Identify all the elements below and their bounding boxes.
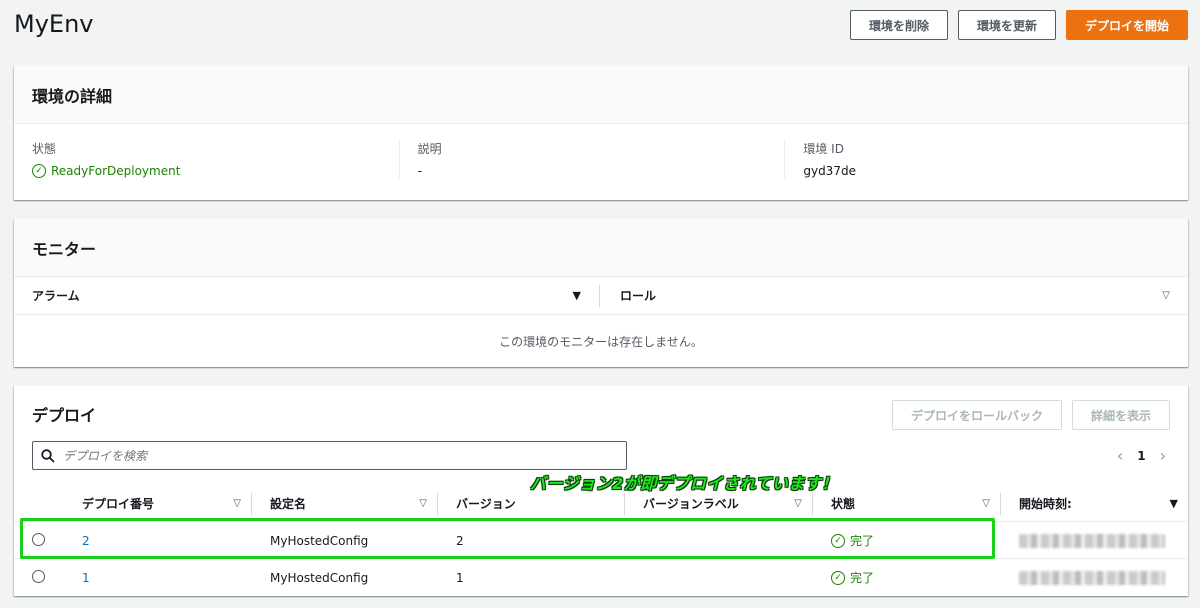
start-deployment-button[interactable]: デプロイを開始 — [1065, 10, 1188, 40]
table-row[interactable]: 1 MyHostedConfig 1 ✓ 完了 — [14, 558, 1188, 596]
redacted-timestamp — [1019, 533, 1165, 548]
start-time-cell — [1001, 533, 1188, 548]
column-label: 状態 — [831, 497, 856, 511]
delete-environment-button[interactable]: 環境を削除 — [849, 10, 948, 40]
redacted-timestamp — [1019, 570, 1165, 585]
column-label: バージョン — [456, 497, 516, 511]
version-column-header[interactable]: バージョン — [438, 492, 625, 515]
status-cell: ✓ 完了 — [813, 532, 1001, 549]
state-field: 状態 ✓ ReadyForDeployment — [32, 140, 399, 179]
row-select-radio[interactable] — [32, 532, 45, 546]
next-page-icon[interactable]: › — [1160, 446, 1166, 465]
monitors-empty-message: この環境のモニターは存在しません。 — [499, 335, 703, 349]
monitors-table-header: アラーム ▼ ロール ▽ — [14, 277, 1188, 315]
deployment-number-link[interactable]: 1 — [82, 571, 90, 585]
state-value: ✓ ReadyForDeployment — [32, 163, 383, 179]
config-name-column-header[interactable]: 設定名 ▽ — [252, 492, 438, 515]
column-label: 設定名 — [270, 497, 307, 511]
sort-icon[interactable]: ▽ — [419, 498, 427, 509]
alarm-column-header[interactable]: アラーム ▼ — [14, 284, 600, 307]
deployment-number-column-header[interactable]: デプロイ番号 ▽ — [64, 492, 252, 515]
annotation-callout: バージョン2が即デプロイされています！ — [530, 474, 838, 493]
alarm-column-label: アラーム — [32, 289, 80, 303]
deployment-search[interactable] — [32, 441, 627, 470]
monitors-panel: モニター アラーム ▼ ロール ▽ この環境のモニターは存在しません。 — [14, 219, 1188, 367]
check-circle-icon: ✓ — [32, 164, 46, 178]
state-label: 状態 — [32, 142, 57, 156]
current-page[interactable]: 1 — [1137, 449, 1145, 463]
check-circle-icon: ✓ — [831, 570, 845, 585]
description-field: 説明 - — [398, 140, 785, 179]
role-column-label: ロール — [620, 289, 657, 303]
check-circle-icon: ✓ — [831, 533, 845, 548]
status-column-header[interactable]: 状態 ▽ — [813, 492, 1001, 515]
deployments-title: デプロイ — [32, 406, 97, 425]
environment-id-label: 環境 ID — [803, 142, 844, 156]
status-text: 完了 — [850, 571, 875, 585]
status-cell: ✓ 完了 — [813, 569, 1001, 586]
sort-down-icon[interactable]: ▼ — [573, 289, 581, 302]
sort-icon[interactable]: ▽ — [1162, 290, 1170, 301]
role-column-header[interactable]: ロール ▽ — [600, 285, 1188, 307]
sort-down-icon[interactable]: ▼ — [1170, 497, 1178, 510]
config-name-cell: MyHostedConfig — [270, 570, 369, 585]
rollback-deployment-button[interactable]: デプロイをロールバック — [891, 400, 1062, 430]
search-input[interactable] — [63, 448, 583, 463]
pagination: ‹ 1 › — [1117, 446, 1166, 465]
version-cell: 1 — [456, 570, 464, 585]
search-icon — [41, 448, 55, 463]
start-time-column-header[interactable]: 開始時刻: ▼ — [1001, 493, 1188, 515]
start-time-cell — [1001, 570, 1188, 585]
environment-details-panel: 環境の詳細 状態 ✓ ReadyForDeployment 説明 - 環境 ID… — [14, 66, 1188, 200]
row-select-radio[interactable] — [32, 569, 45, 583]
state-text: ReadyForDeployment — [51, 164, 181, 178]
column-label: バージョンラベル — [643, 497, 739, 511]
view-details-button[interactable]: 詳細を表示 — [1071, 400, 1170, 430]
column-label: デプロイ番号 — [82, 497, 155, 511]
header-actions: 環境を削除 環境を更新 デプロイを開始 — [849, 10, 1188, 40]
config-name-cell: MyHostedConfig — [270, 533, 369, 548]
monitors-title: モニター — [14, 219, 1188, 277]
environment-id-field: 環境 ID gyd37de — [784, 140, 1170, 179]
sort-icon[interactable]: ▽ — [233, 498, 241, 509]
update-environment-button[interactable]: 環境を更新 — [957, 10, 1056, 40]
sort-icon[interactable]: ▽ — [794, 498, 802, 509]
description-value: - — [417, 164, 423, 178]
table-row[interactable]: 2 MyHostedConfig 2 ✓ 完了 — [14, 521, 1188, 559]
version-cell: 2 — [456, 533, 464, 548]
sort-icon[interactable]: ▽ — [982, 498, 990, 509]
status-text: 完了 — [850, 534, 875, 548]
column-label: 開始時刻: — [1019, 497, 1072, 511]
environment-details-title: 環境の詳細 — [14, 66, 1188, 124]
prev-page-icon[interactable]: ‹ — [1117, 446, 1123, 465]
description-label: 説明 — [417, 142, 442, 156]
version-label-column-header[interactable]: バージョンラベル ▽ — [625, 492, 813, 515]
environment-id-value: gyd37de — [803, 164, 856, 178]
deployment-number-link[interactable]: 2 — [82, 534, 90, 548]
page-title: MyEnv — [14, 10, 94, 38]
